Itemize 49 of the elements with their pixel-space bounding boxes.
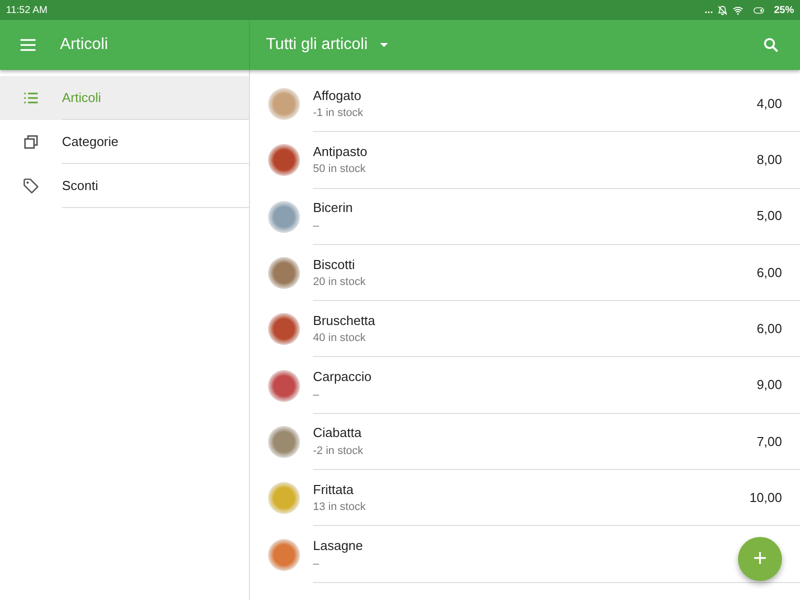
item-name: Lasagne [313, 537, 363, 556]
item-price: 6,00 [756, 264, 782, 282]
photo-placeholder [268, 257, 300, 290]
app-title: Articoli [60, 35, 108, 55]
photo-placeholder [268, 538, 300, 571]
item-name: Frittata [313, 480, 354, 499]
item-price: 8,00 [756, 151, 782, 170]
stock-count: 50 in stock [313, 162, 366, 178]
add-button[interactable]: + [738, 537, 782, 581]
wifi-icon [732, 4, 744, 16]
item-price: 4,00 [756, 94, 782, 113]
stock-count: -2 in stock [313, 444, 364, 459]
stock-count: – [313, 556, 320, 572]
stock-count: 20 in stock [313, 275, 366, 290]
item-name: Antipasto [313, 142, 368, 161]
item-name: Bicerin [313, 199, 353, 218]
stock-count: -1 in stock [313, 106, 364, 122]
photo-placeholder [268, 426, 300, 458]
photo-placeholder [268, 370, 300, 402]
item-name: Biscotti [313, 256, 355, 274]
battery-percent: 25% [774, 4, 794, 18]
stock-count: 40 in stock [313, 331, 366, 346]
sidebar-item[interactable]: Sconti [0, 164, 249, 208]
search-icon[interactable] [762, 36, 780, 54]
photo-placeholder [268, 144, 300, 176]
photo-placeholder [268, 88, 300, 120]
sidebar-item[interactable]: Articoli [0, 76, 249, 120]
item-name: Carpaccio [313, 368, 372, 386]
status-time: 11:52 AM [6, 4, 48, 18]
item-name: Bruschetta [313, 312, 376, 330]
muted-bell-icon [716, 4, 728, 16]
category-dropdown[interactable]: Tutti gli articoli [266, 33, 392, 57]
photo-placeholder [268, 482, 300, 514]
tag-icon [22, 177, 40, 195]
item-price: 5,00 [756, 207, 782, 226]
item-price: 7,00 [756, 432, 782, 451]
stock-count: – [313, 388, 320, 403]
photo-placeholder [268, 313, 300, 346]
stock-count: – [313, 218, 320, 234]
photo-placeholder [268, 200, 300, 233]
item-price: 6,00 [756, 320, 782, 338]
copy-icon [22, 133, 40, 151]
sidebar-item[interactable]: Categorie [0, 120, 249, 164]
item-name: Ciabatta [313, 424, 362, 442]
stock-count: 13 in stock [313, 500, 366, 516]
overflow-dots: ... [704, 4, 713, 18]
item-name: Affogato [313, 86, 362, 105]
item-price: 10,00 [749, 488, 782, 507]
item-price: 9,00 [756, 376, 782, 394]
